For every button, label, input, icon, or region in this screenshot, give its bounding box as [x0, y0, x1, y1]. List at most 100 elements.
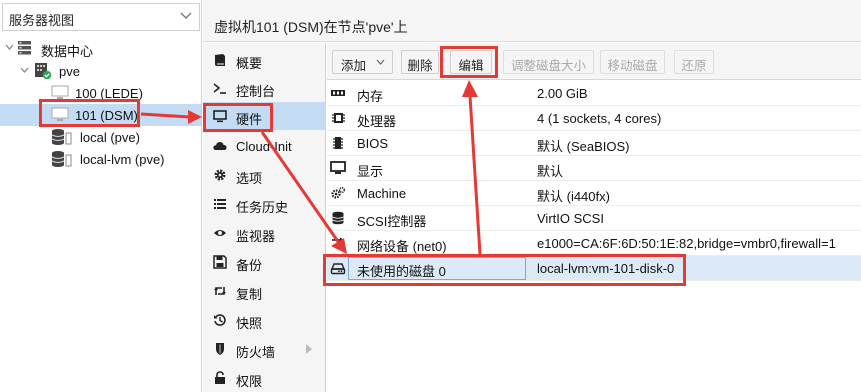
- storage-icon: [51, 129, 72, 145]
- hardware-key: 网络设备 (net0): [357, 239, 447, 254]
- nav-item-label: 任务历史: [236, 200, 289, 215]
- chevron-down-icon: [376, 59, 385, 65]
- desktop-icon: [330, 161, 346, 174]
- hardware-value: e1000=CA:6F:6D:50:1E:82,bridge=vmbr0,fir…: [537, 236, 836, 251]
- cloud-icon: [213, 142, 227, 150]
- nav-item-replication[interactable]: 复制: [203, 277, 326, 305]
- hardware-row-memory[interactable]: 内存 2.00 GiB: [327, 81, 861, 106]
- hardware-key: 处理器: [357, 114, 397, 129]
- nav-item-label: 防火墙: [236, 345, 276, 360]
- hardware-grid: 内存 2.00 GiB 处理器 4 (1 sockets, 4 cores) B…: [327, 81, 861, 392]
- hardware-value: 默认 (i440fx): [537, 189, 610, 204]
- hardware-key: 未使用的磁盘 0: [357, 264, 446, 279]
- nav-item-label: 复制: [236, 287, 263, 302]
- nav-item-cloud-init[interactable]: Cloud-Init: [203, 132, 326, 160]
- tree-item-storage-local[interactable]: local (pve): [0, 126, 201, 148]
- nav-item-label: Cloud-Init: [236, 139, 292, 154]
- nav-item-summary[interactable]: 概要: [203, 46, 326, 74]
- tree-item-label: 数据中心: [41, 44, 94, 59]
- view-selector-value: 服务器视图: [9, 13, 75, 28]
- revert-button-label: 还原: [681, 59, 707, 73]
- page-title: 虚拟机101 (DSM)在节点'pve'上: [214, 19, 408, 35]
- hardware-value: 默认 (SeaBIOS): [537, 139, 630, 154]
- nav-item-label: 权限: [236, 374, 263, 389]
- hardware-key: BIOS: [357, 136, 389, 151]
- microchip-icon: [333, 137, 343, 149]
- hardware-row-bios[interactable]: BIOS 默认 (SeaBIOS): [327, 131, 861, 156]
- nav-item-backup[interactable]: 备份: [203, 248, 326, 276]
- nav-item-label: 概要: [236, 56, 263, 71]
- eye-icon: [214, 230, 226, 236]
- hardware-toolbar: 添加 删除 编辑 调整磁盘大小 移动磁盘 还原: [327, 43, 861, 80]
- resource-tree-panel: 服务器视图 数据中心 pve 100 (LEDE) 101 (DSM) loca…: [0, 0, 202, 392]
- collapse-toggle-icon[interactable]: [4, 42, 15, 53]
- cogs-icon: [331, 186, 346, 199]
- nav-item-monitor[interactable]: 监视器: [203, 219, 326, 247]
- nav-item-snapshot[interactable]: 快照: [203, 306, 326, 334]
- add-button[interactable]: 添加: [332, 50, 393, 74]
- history-icon: [214, 314, 226, 326]
- hardware-value: 4 (1 sockets, 4 cores): [537, 111, 662, 126]
- server-online-icon: [35, 63, 52, 80]
- remove-button-label: 删除: [407, 59, 433, 73]
- hardware-value: VirtIO SCSI: [537, 211, 604, 226]
- floppy-icon: [213, 255, 227, 269]
- hardware-key: SCSI控制器: [357, 214, 427, 229]
- hardware-row-unused-disk[interactable]: 未使用的磁盘 0 local-lvm:vm-101-disk-0: [327, 256, 861, 281]
- tree-item-vm-100[interactable]: 100 (LEDE): [0, 82, 201, 104]
- exchange-icon: [332, 237, 344, 249]
- nav-item-hardware[interactable]: 硬件: [203, 102, 326, 130]
- tree-item-label: local-lvm (pve): [80, 152, 165, 167]
- hardware-key: 内存: [357, 89, 384, 104]
- memory-icon: [331, 90, 345, 96]
- hardware-row-display[interactable]: 显示 默认: [327, 156, 861, 181]
- hardware-row-network[interactable]: 网络设备 (net0) e1000=CA:6F:6D:50:1E:82,brid…: [327, 231, 861, 256]
- datacenter-icon: [18, 41, 31, 55]
- tree-item-label: pve: [59, 64, 80, 79]
- edit-button-label: 编辑: [458, 59, 484, 73]
- monitor-icon: [213, 110, 227, 123]
- tree-item-storage-local-lvm[interactable]: local-lvm (pve): [0, 148, 201, 170]
- gear-icon: [214, 169, 226, 181]
- add-button-label: 添加: [341, 59, 367, 73]
- tree-item-node-pve[interactable]: pve: [0, 60, 201, 82]
- nav-item-permissions[interactable]: 权限: [203, 364, 326, 392]
- nav-item-task-history[interactable]: 任务历史: [203, 190, 326, 218]
- move-disk-button[interactable]: 移动磁盘: [600, 50, 665, 74]
- hardware-value: 2.00 GiB: [537, 86, 588, 101]
- nav-item-label: 备份: [236, 258, 263, 273]
- nav-item-options[interactable]: 选项: [203, 161, 326, 189]
- hardware-row-scsi-controller[interactable]: SCSI控制器 VirtIO SCSI: [327, 206, 861, 231]
- hardware-row-cpu[interactable]: 处理器 4 (1 sockets, 4 cores): [327, 106, 861, 131]
- nav-item-console[interactable]: 控制台: [203, 74, 326, 102]
- edit-button[interactable]: 编辑: [450, 50, 492, 74]
- hdd-icon: [330, 263, 346, 275]
- tree-item-datacenter[interactable]: 数据中心: [0, 37, 201, 59]
- cpu-icon: [332, 113, 345, 123]
- revert-button[interactable]: 还原: [674, 50, 714, 74]
- nav-item-firewall[interactable]: 防火墙: [203, 335, 326, 363]
- database-icon: [332, 211, 344, 225]
- view-selector[interactable]: 服务器视图: [2, 3, 200, 31]
- hardware-key: 显示: [357, 164, 384, 179]
- content-header: 虚拟机101 (DSM)在节点'pve'上: [203, 0, 861, 42]
- book-icon: [215, 54, 225, 66]
- unlock-icon: [215, 371, 225, 384]
- collapse-toggle-icon[interactable]: [19, 65, 30, 76]
- list-icon: [214, 199, 226, 209]
- chevron-down-icon: [180, 12, 192, 19]
- vm-config-nav: 概要 控制台 硬件 Cloud-Init 选项 任务历史 监视器 备份 复制 快…: [203, 43, 326, 392]
- nav-item-label: 快照: [236, 316, 263, 331]
- hardware-row-machine[interactable]: Machine 默认 (i440fx): [327, 181, 861, 206]
- submenu-arrow-icon: [306, 344, 312, 354]
- tree-item-vm-101[interactable]: 101 (DSM): [0, 104, 201, 126]
- terminal-icon: [213, 83, 226, 94]
- remove-button[interactable]: 删除: [401, 50, 439, 74]
- retweet-icon: [214, 287, 226, 295]
- vm-stopped-icon: [51, 107, 69, 121]
- hardware-value: local-lvm:vm-101-disk-0: [537, 261, 675, 276]
- nav-item-label: 控制台: [236, 84, 276, 99]
- tree-item-label: 100 (LEDE): [75, 86, 143, 101]
- move-disk-button-label: 移动磁盘: [607, 59, 658, 73]
- resize-disk-button[interactable]: 调整磁盘大小: [503, 50, 594, 74]
